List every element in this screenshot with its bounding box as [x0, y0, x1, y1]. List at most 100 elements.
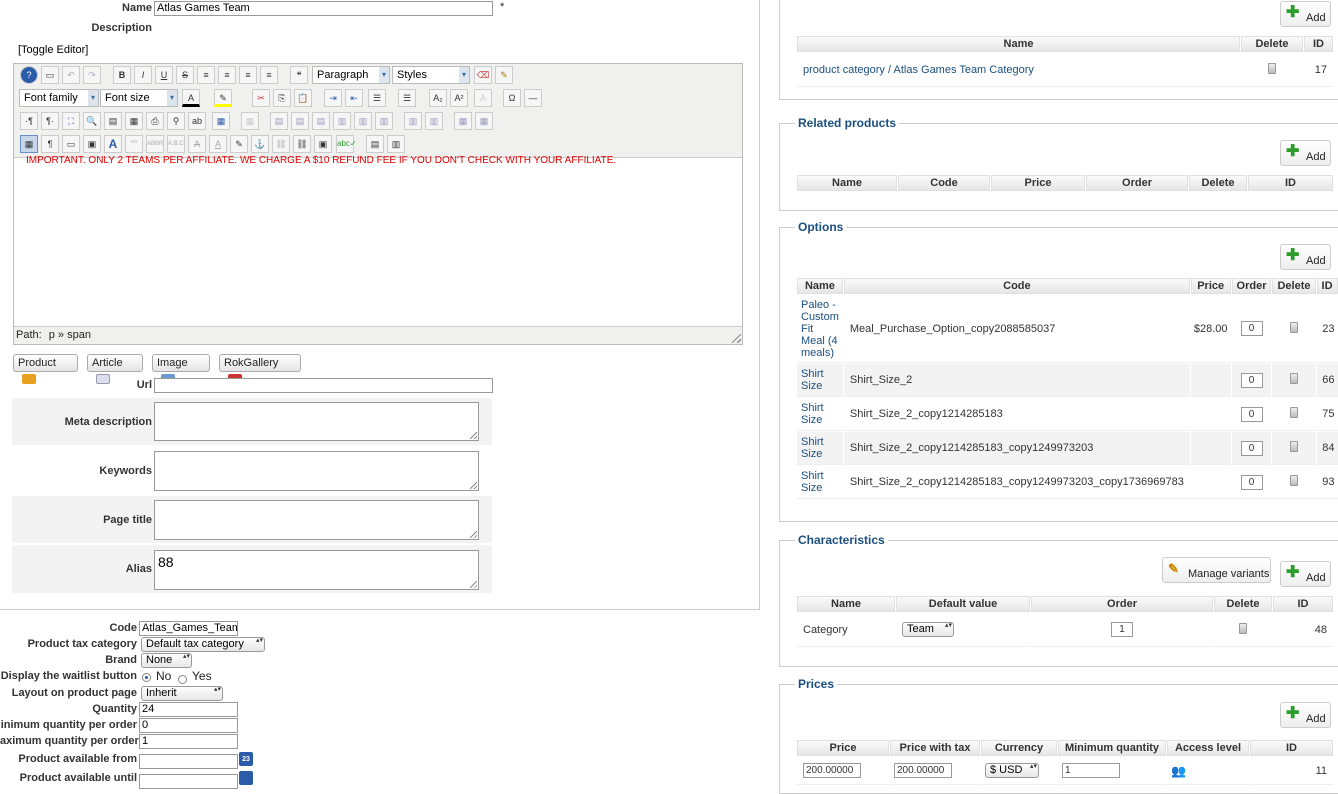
align-right-icon[interactable]: ≡	[260, 66, 278, 84]
copy-icon[interactable]: ⎘	[273, 89, 291, 107]
related-add-button[interactable]: ✚ Add	[1280, 140, 1331, 166]
eraser-icon[interactable]: ⌫	[474, 66, 492, 84]
insert-image-button[interactable]: Image	[152, 354, 210, 385]
option-name-link[interactable]: Shirt Size	[801, 402, 824, 426]
trash-icon[interactable]	[1290, 407, 1298, 418]
characteristics-add-button[interactable]: ✚ Add	[1280, 561, 1331, 587]
code-input[interactable]: Atlas_Games_Team	[139, 621, 238, 636]
insert-file-icon[interactable]: ▭	[62, 135, 80, 153]
available-until-input[interactable]	[139, 774, 238, 789]
trash-icon[interactable]	[1290, 475, 1298, 486]
col-after-icon[interactable]: ▥	[354, 112, 372, 130]
ltr-icon[interactable]: ·¶	[20, 112, 38, 130]
italic-icon[interactable]: I	[134, 66, 152, 84]
undo-icon[interactable]: ↶	[62, 66, 80, 84]
option-order-input[interactable]: 0	[1240, 321, 1263, 336]
attributes-icon[interactable]: ✎	[230, 135, 248, 153]
show-blocks-icon[interactable]: ¶	[41, 135, 59, 153]
highlight-color-icon[interactable]: ✎	[214, 89, 232, 107]
row-props-icon[interactable]: ▦	[475, 112, 493, 130]
quote-icon[interactable]: “”	[125, 135, 143, 153]
replace-icon[interactable]: ab	[188, 112, 206, 130]
option-name-link[interactable]: Shirt Size	[801, 470, 824, 494]
waitlist-no-radio[interactable]	[142, 673, 151, 682]
acronym-icon[interactable]: A.B.C.	[167, 135, 185, 153]
option-name-link[interactable]: Shirt Size	[801, 368, 824, 392]
price-with-tax-input[interactable]: 200.00000	[894, 763, 952, 778]
row-before-icon[interactable]: ▤	[270, 112, 288, 130]
option-order-input[interactable]: 0	[1240, 406, 1263, 422]
delete-col-icon[interactable]: ▥	[375, 112, 393, 130]
template-icon[interactable]: ▦	[125, 112, 143, 130]
page-break-icon[interactable]: ▤	[366, 135, 384, 153]
strikethrough-icon[interactable]: S	[176, 66, 194, 84]
bullet-list-icon[interactable]: ☰	[398, 89, 416, 107]
available-from-calendar-icon[interactable]: 23	[239, 752, 253, 766]
bold-icon[interactable]: B	[113, 66, 131, 84]
abbr-icon[interactable]: ABBR	[146, 135, 164, 153]
option-name-link[interactable]: Shirt Size	[801, 436, 824, 460]
font-color-disabled-icon[interactable]: A	[474, 89, 492, 107]
search-icon[interactable]: ⚲	[167, 112, 185, 130]
align-left-icon[interactable]: ≡	[239, 66, 257, 84]
align-center-icon[interactable]: ≡	[218, 66, 236, 84]
min-quantity-input[interactable]: 0	[139, 718, 238, 733]
preview-icon[interactable]: 🔍	[83, 112, 101, 130]
cleanup-icon[interactable]: ✎	[495, 66, 513, 84]
blockquote-icon[interactable]: ❝	[290, 66, 308, 84]
insert-product-button[interactable]: Product	[13, 354, 78, 385]
redo-icon[interactable]: ↷	[83, 66, 101, 84]
option-order-input[interactable]: 0	[1240, 474, 1263, 490]
trash-icon[interactable]	[1239, 622, 1247, 634]
split-cells-icon[interactable]: ▥	[404, 112, 422, 130]
available-until-calendar-icon[interactable]	[239, 771, 253, 785]
brand-select[interactable]: None	[141, 653, 192, 668]
media-icon[interactable]: ▣	[314, 135, 332, 153]
delete-table-icon[interactable]: ▦	[241, 112, 259, 130]
format-select[interactable]: Paragraph	[312, 66, 390, 84]
col-before-icon[interactable]: ▥	[333, 112, 351, 130]
subscript-icon[interactable]: A₂	[429, 89, 447, 107]
visual-aid-icon[interactable]: ▦	[20, 135, 38, 153]
insert-rokgallery-button[interactable]: RokGallery	[219, 354, 301, 385]
name-input[interactable]: Atlas Games Team	[154, 1, 493, 16]
unlink-icon[interactable]: ⛓	[272, 135, 290, 153]
superscript-icon[interactable]: A²	[450, 89, 468, 107]
option-order-input[interactable]: 0	[1240, 440, 1263, 456]
paste-icon[interactable]: 📋	[294, 89, 312, 107]
available-from-input[interactable]	[139, 754, 238, 769]
row-after-icon[interactable]: ▤	[291, 112, 309, 130]
max-quantity-input[interactable]: 1	[139, 734, 238, 749]
editor-content-area[interactable]: IMPORTANT. ONLY 2 TEAMS PER AFFILIATE. W…	[14, 155, 742, 327]
editor-resize-handle[interactable]	[732, 334, 741, 343]
keywords-textarea[interactable]	[154, 451, 479, 491]
delete-row-icon[interactable]: ▤	[312, 112, 330, 130]
categories-add-button[interactable]: ✚ Add	[1280, 1, 1331, 27]
toggle-editor-link[interactable]: [Toggle Editor]	[18, 44, 88, 56]
special-char-icon[interactable]: Ω	[503, 89, 521, 107]
text-color-icon[interactable]: A	[182, 89, 200, 107]
link-icon[interactable]: ⛓	[293, 135, 311, 153]
prices-add-button[interactable]: ✚ Add	[1280, 702, 1331, 728]
options-add-button[interactable]: ✚ Add	[1280, 244, 1331, 270]
help-icon[interactable]: ?	[20, 66, 38, 84]
page-title-textarea[interactable]	[154, 500, 479, 540]
currency-select[interactable]: $ USD	[985, 763, 1039, 778]
print-icon[interactable]: ⎙	[146, 112, 164, 130]
trash-icon[interactable]	[1290, 441, 1298, 452]
spell-check-icon[interactable]: A	[104, 135, 122, 153]
tax-category-select[interactable]: Default tax category	[141, 637, 265, 652]
alias-textarea[interactable]: 88	[154, 550, 479, 590]
new-document-icon[interactable]: ▭	[41, 66, 59, 84]
indent-icon[interactable]: ⇥	[324, 89, 342, 107]
horizontal-rule-icon[interactable]: —	[524, 89, 542, 107]
characteristic-order-input[interactable]: 1	[1111, 622, 1133, 637]
meta-description-textarea[interactable]	[154, 402, 479, 441]
styles-select[interactable]: Styles	[392, 66, 470, 84]
insert-image-icon[interactable]: ▣	[83, 135, 101, 153]
layer-icon[interactable]: ▥	[387, 135, 405, 153]
option-order-input[interactable]: 0	[1240, 372, 1263, 388]
category-link[interactable]: product category / Atlas Games Team Cate…	[803, 64, 1034, 76]
outdent-icon[interactable]: ⇤	[345, 89, 363, 107]
spellcheck-abc-icon[interactable]: abc✓	[336, 135, 357, 153]
